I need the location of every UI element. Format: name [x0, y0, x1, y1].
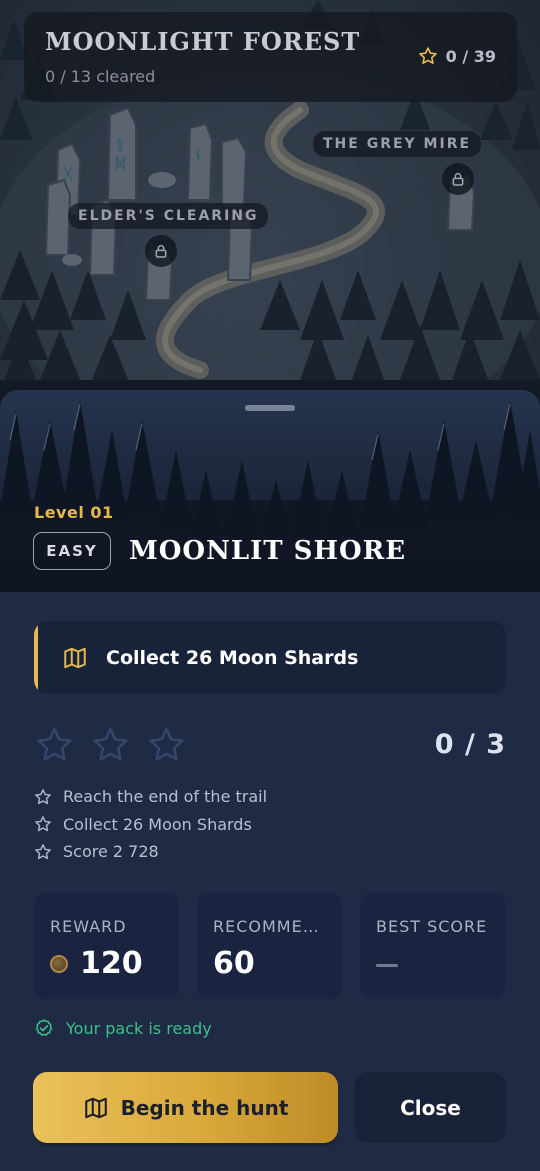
ready-text: Your pack is ready — [66, 1018, 212, 1038]
star-outline-icon — [35, 816, 51, 832]
requirement-item: Reach the end of the trail — [34, 783, 267, 811]
world-title: MOONLIGHT FOREST — [45, 27, 361, 56]
requirement-text: Score 2 728 — [63, 842, 159, 862]
objective-text: Collect 26 Moon Shards — [106, 646, 359, 669]
close-button[interactable]: Close — [355, 1072, 506, 1143]
lock-icon[interactable] — [442, 163, 474, 195]
objective-accent — [34, 621, 38, 694]
star-count: 0 / 3 — [434, 729, 506, 760]
lock-icon[interactable] — [145, 235, 177, 267]
star-rating — [34, 725, 187, 765]
begin-hunt-button[interactable]: Begin the hunt — [33, 1072, 338, 1143]
svg-text:ᚱ: ᚱ — [116, 138, 124, 154]
star-empty-icon — [37, 727, 72, 761]
star-outline-icon — [35, 788, 51, 804]
level-details: Collect 26 Moon Shards 0 / 3 Reach the e… — [0, 592, 540, 1171]
svg-text:ᚷ: ᚷ — [63, 166, 73, 182]
svg-text:ᚾ: ᚾ — [194, 148, 202, 164]
requirement-item: Score 2 728 — [34, 838, 267, 866]
star-outline-icon — [35, 843, 51, 859]
requirement-text: Reach the end of the trail — [63, 787, 268, 807]
best-score-empty — [376, 964, 398, 967]
reward-label: REWARD — [50, 917, 127, 936]
level-stats: REWARD 120 RECOMMENDED 60 BEST SCORE — [34, 893, 505, 999]
world-stars-count: 0 / 39 — [445, 46, 496, 66]
sheet-grabber[interactable] — [245, 405, 295, 411]
recommended-label: RECOMMENDED — [213, 917, 331, 936]
level-banner: Level 01 EASY MOONLIT SHORE — [0, 390, 540, 592]
star-icon — [418, 47, 437, 64]
begin-hunt-label: Begin the hunt — [120, 1095, 289, 1120]
location-label-elders-clearing[interactable]: ELDER'S CLEARING — [68, 203, 269, 229]
difficulty-badge: EASY — [33, 532, 111, 570]
best-score-label: BEST SCORE — [376, 917, 488, 936]
ready-status: Your pack is ready — [34, 1018, 212, 1038]
star-empty-icon — [149, 727, 184, 761]
recommended-card: RECOMMENDED 60 — [197, 893, 342, 999]
star-requirements: Reach the end of the trail Collect 26 Mo… — [34, 783, 267, 866]
star-empty-icon — [93, 727, 128, 761]
world-stars: 0 / 39 — [418, 46, 496, 66]
location-label-grey-mire[interactable]: THE GREY MIRE — [313, 131, 482, 157]
recommended-value: 60 — [213, 946, 255, 981]
map-icon — [62, 645, 88, 671]
map-icon — [84, 1097, 107, 1118]
reward-value: 120 — [80, 946, 143, 981]
objective-card: Collect 26 Moon Shards — [34, 621, 506, 694]
requirement-text: Collect 26 Moon Shards — [63, 814, 252, 834]
best-score-card: BEST SCORE — [360, 893, 505, 999]
world-progress: 0 / 13 cleared — [45, 67, 156, 86]
coin-icon — [50, 954, 68, 973]
world-header: MOONLIGHT FOREST 0 / 13 cleared 0 / 39 — [24, 12, 517, 102]
level-title: MOONLIT SHORE — [129, 536, 407, 566]
requirement-item: Collect 26 Moon Shards — [34, 811, 267, 839]
check-circle-icon — [35, 1019, 53, 1036]
svg-text:ᛞ: ᛞ — [116, 156, 125, 172]
level-number: Level 01 — [34, 503, 114, 522]
reward-card: REWARD 120 — [34, 893, 179, 999]
reward-value-row: 120 — [50, 946, 143, 981]
